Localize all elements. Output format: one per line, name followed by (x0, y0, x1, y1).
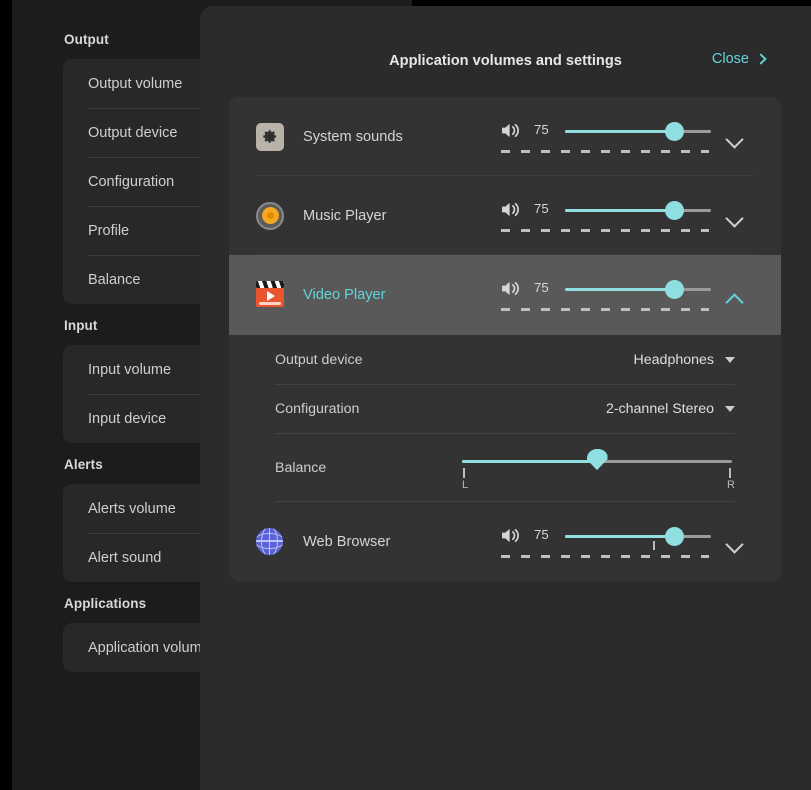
balance-label: Balance (275, 460, 326, 476)
application-list-card: System sounds 75 (229, 97, 781, 581)
table-row[interactable]: System sounds 75 (229, 97, 781, 176)
clapperboard-icon (256, 281, 284, 309)
volume-slider[interactable] (565, 130, 711, 133)
panel-header: Application volumes and settings Close (200, 6, 811, 90)
table-row[interactable]: Music Player 75 (229, 176, 781, 255)
volume-dashed-guide (501, 555, 709, 558)
table-row[interactable]: Video Player 75 (229, 255, 781, 335)
volume-slider-tick (653, 541, 655, 550)
volume-slider-handle[interactable] (665, 122, 684, 141)
expanded-settings: Output device Headphones Configuration 2… (229, 335, 781, 502)
app-name: Web Browser (303, 534, 390, 550)
application-volumes-panel: Application volumes and settings Close (200, 6, 811, 790)
globe-icon (256, 528, 284, 556)
volume-value: 75 (534, 280, 549, 295)
volume-slider-handle[interactable] (665, 280, 684, 299)
speaker-volume-icon (501, 201, 522, 223)
balance-slider-handle[interactable] (587, 449, 608, 470)
app-name: Music Player (303, 208, 387, 224)
volume-control: 75 (501, 274, 716, 316)
volume-slider-fill (565, 535, 675, 538)
gear-icon (256, 123, 284, 151)
balance-right-label: R (727, 479, 735, 491)
volume-control: 75 (501, 521, 716, 563)
app-name: Video Player (303, 287, 385, 303)
app-root: Output Output volume Output device Confi… (0, 0, 811, 790)
chevron-down-icon[interactable] (728, 133, 741, 146)
output-device-setting[interactable]: Output device Headphones (229, 335, 781, 384)
balance-left-tick (463, 468, 465, 478)
output-device-value: Headphones (634, 352, 714, 368)
chevron-down-icon[interactable] (728, 212, 741, 225)
volume-dashed-guide (501, 308, 709, 311)
volume-control: 75 (501, 116, 716, 158)
volume-slider[interactable] (565, 209, 711, 212)
volume-slider-fill (565, 130, 675, 133)
app-name: System sounds (303, 129, 403, 145)
table-row[interactable]: Web Browser 75 (229, 502, 781, 581)
volume-value: 75 (534, 122, 549, 137)
volume-dashed-guide (501, 150, 709, 153)
volume-value: 75 (534, 527, 549, 542)
configuration-value: 2-channel Stereo (606, 401, 714, 417)
close-button-label: Close (712, 51, 749, 67)
output-device-dropdown[interactable]: Headphones (634, 352, 735, 368)
balance-right-tick (729, 468, 731, 478)
speaker-volume-icon (501, 122, 522, 144)
volume-slider-fill (565, 209, 675, 212)
volume-slider-fill (565, 288, 675, 291)
balance-slider[interactable]: L R (462, 454, 732, 488)
volume-slider-handle[interactable] (665, 201, 684, 220)
chevron-down-icon (725, 406, 735, 412)
configuration-dropdown[interactable]: 2-channel Stereo (606, 401, 735, 417)
balance-slider-fill (462, 460, 597, 463)
volume-slider[interactable] (565, 535, 711, 538)
chevron-down-icon[interactable] (728, 538, 741, 551)
chevron-down-icon (725, 357, 735, 363)
chevron-right-icon (755, 53, 766, 64)
speaker-volume-icon (501, 280, 522, 302)
volume-slider-handle[interactable] (665, 527, 684, 546)
chevron-up-icon[interactable] (728, 291, 741, 304)
configuration-setting[interactable]: Configuration 2-channel Stereo (229, 384, 781, 433)
volume-dashed-guide (501, 229, 709, 232)
balance-setting: Balance L R (229, 433, 781, 502)
configuration-label: Configuration (275, 401, 359, 417)
speaker-volume-icon (501, 527, 522, 549)
volume-value: 75 (534, 201, 549, 216)
balance-left-label: L (462, 479, 468, 491)
speaker-driver-icon (256, 202, 284, 230)
close-button[interactable]: Close (712, 51, 765, 67)
volume-control: 75 (501, 195, 716, 237)
output-device-label: Output device (275, 352, 363, 368)
volume-slider[interactable] (565, 288, 711, 291)
